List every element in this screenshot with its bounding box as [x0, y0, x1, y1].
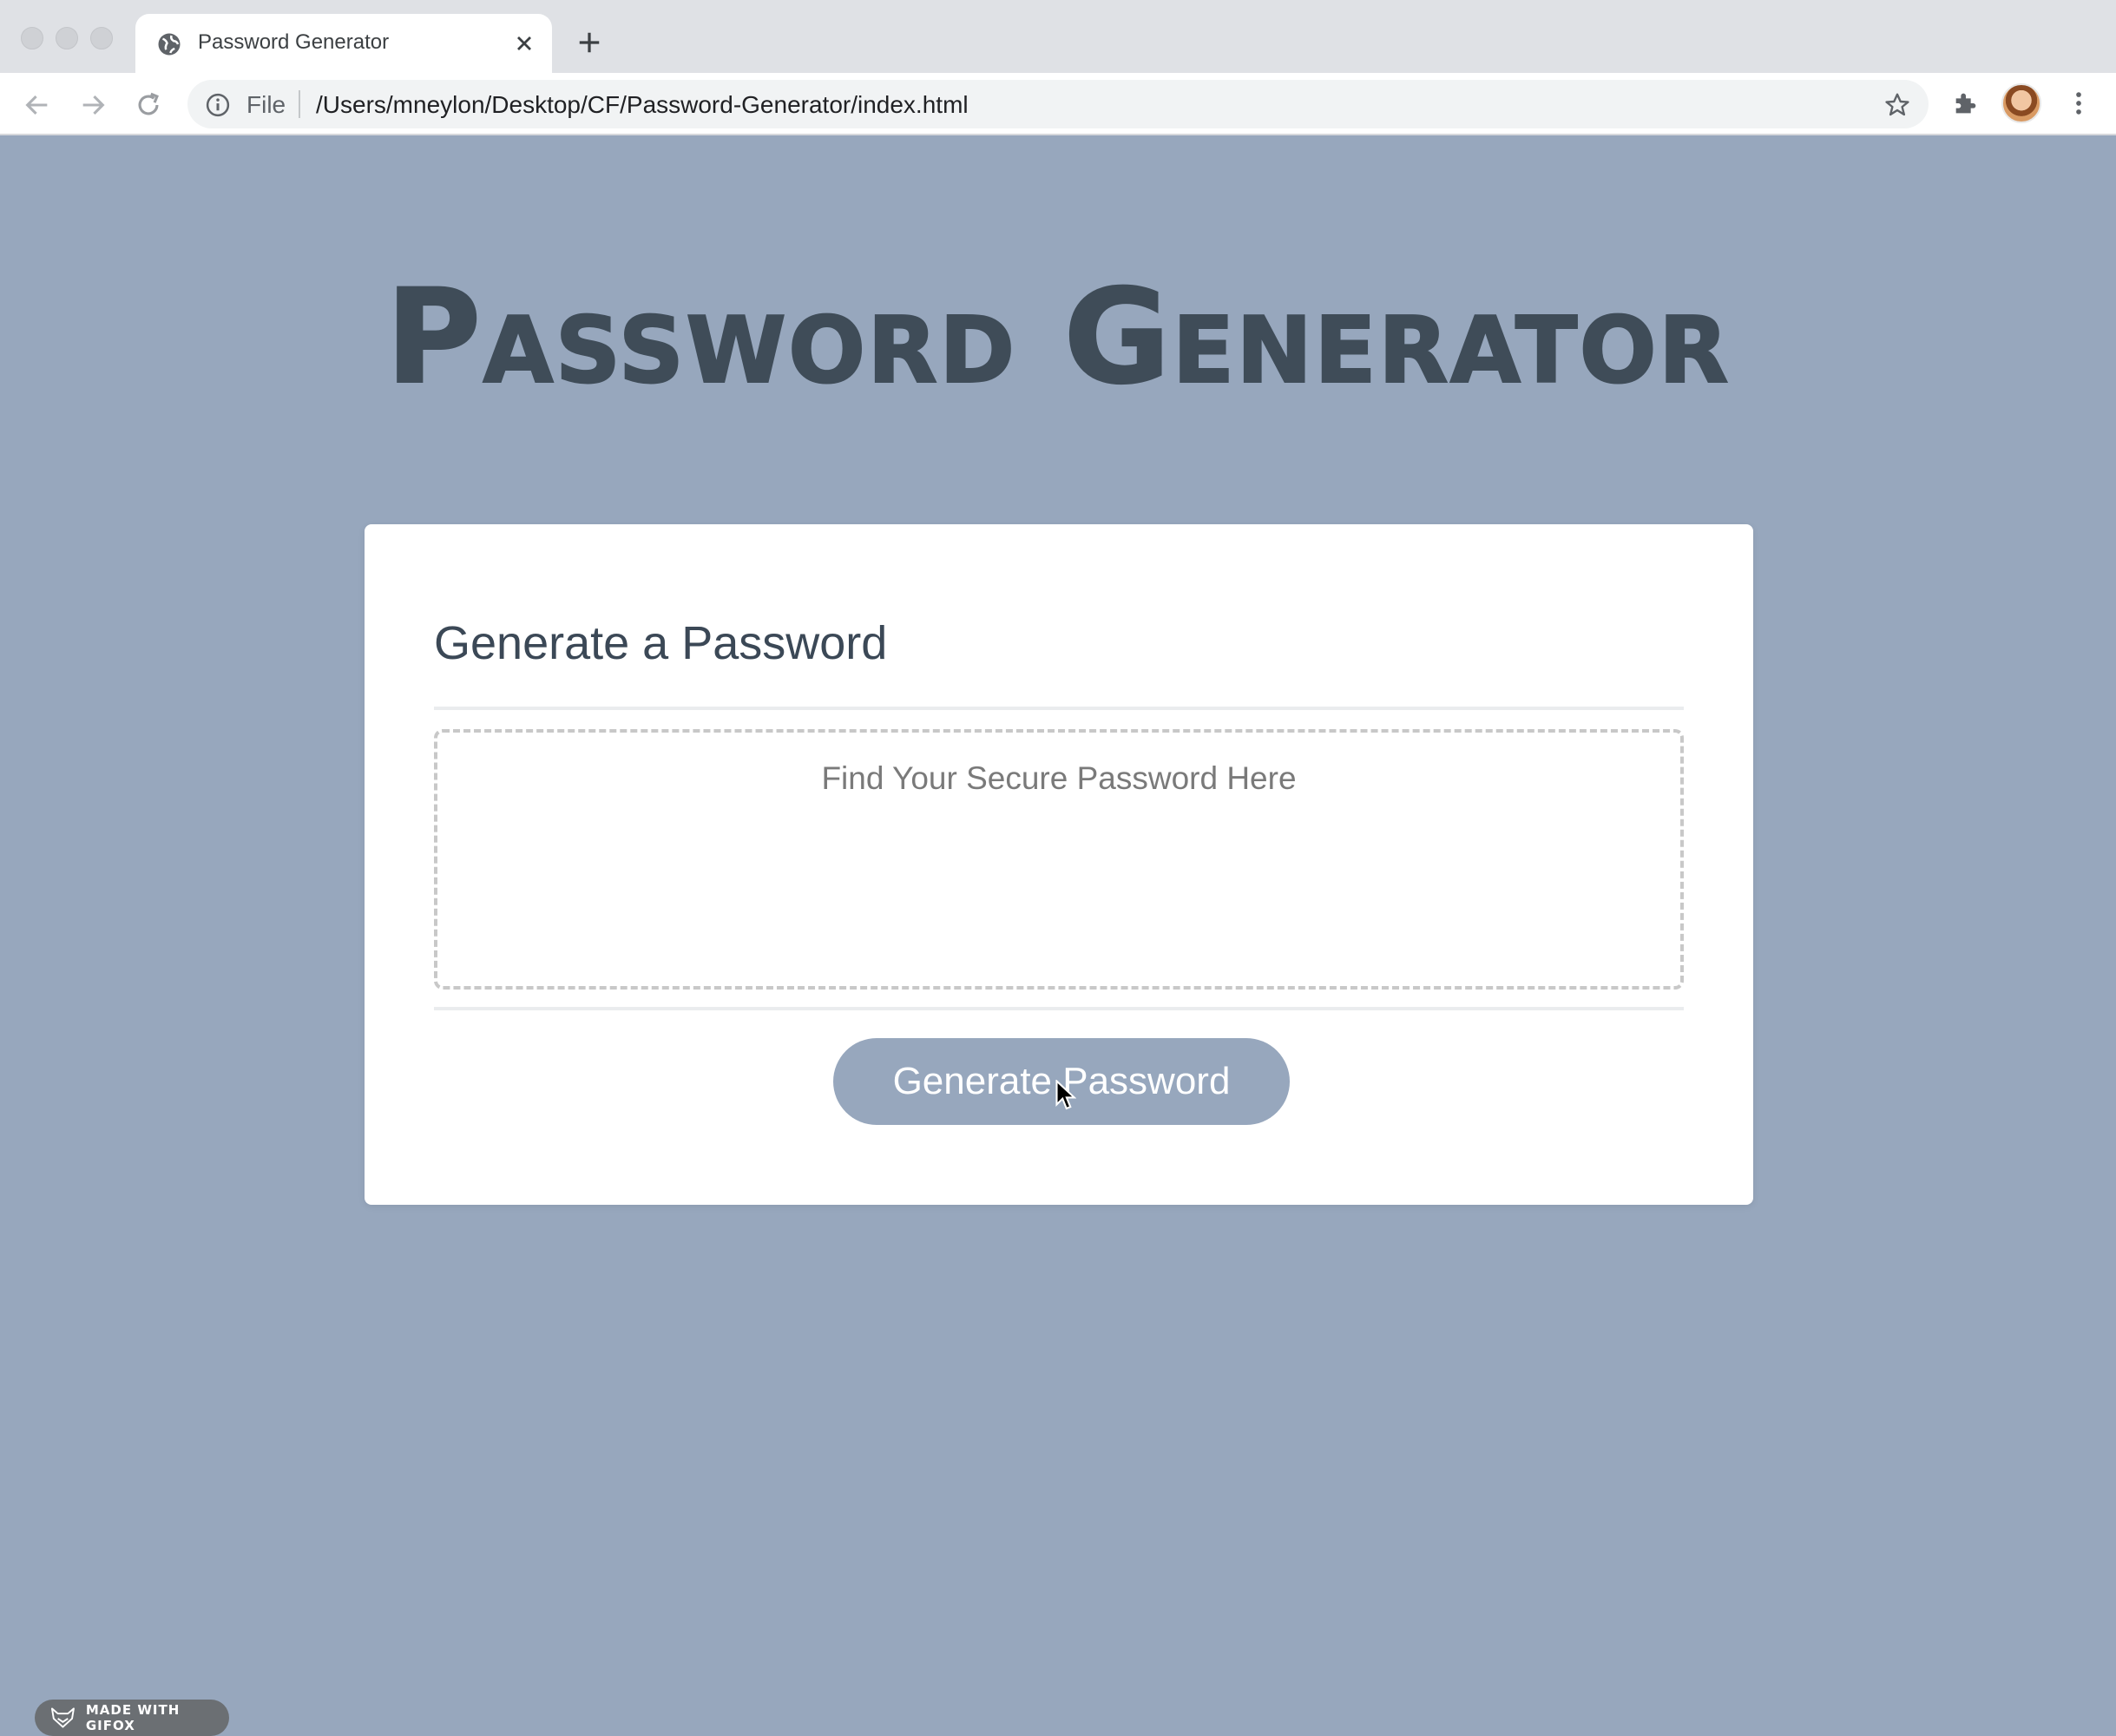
browser-toolbar: File /Users/mneylon/Desktop/CF/Password-… [0, 73, 2116, 135]
reload-icon[interactable] [134, 90, 163, 120]
mouse-cursor-icon [1055, 1080, 1076, 1110]
puzzle-icon[interactable] [1951, 89, 1981, 118]
close-window-button[interactable] [21, 27, 43, 49]
info-icon[interactable] [205, 92, 231, 118]
page-title: Password Generator [384, 262, 1731, 413]
back-icon[interactable] [23, 90, 52, 120]
globe-icon [158, 33, 181, 56]
address-bar[interactable]: File /Users/mneylon/Desktop/CF/Password-… [187, 80, 1929, 128]
tab-strip: Password Generator [0, 0, 2116, 73]
forward-icon[interactable] [78, 90, 108, 120]
active-tab[interactable]: Password Generator [135, 14, 552, 73]
minimize-window-button[interactable] [56, 27, 78, 49]
window-controls [21, 27, 113, 49]
page-body: Password Generator Generate a Password G… [0, 135, 2116, 1736]
gifox-badge[interactable]: MADE WITH GIFOX [35, 1700, 229, 1736]
fox-icon [50, 1707, 75, 1728]
profile-avatar[interactable] [2001, 83, 2041, 123]
url-text[interactable]: /Users/mneylon/Desktop/CF/Password-Gener… [316, 91, 969, 119]
star-icon[interactable] [1883, 91, 1911, 119]
url-scheme-label: File [246, 91, 286, 118]
close-icon[interactable] [512, 31, 536, 56]
scheme-separator [299, 90, 300, 118]
plus-icon[interactable] [576, 30, 602, 56]
tab-title: Password Generator [198, 30, 390, 54]
password-output[interactable] [434, 729, 1684, 990]
divider-bottom [434, 1007, 1684, 1010]
card-heading: Generate a Password [434, 617, 888, 669]
gifox-label: MADE WITH GIFOX [85, 1702, 181, 1733]
divider-top [434, 707, 1684, 710]
kebab-menu-icon[interactable] [2066, 89, 2092, 118]
maximize-window-button[interactable] [90, 27, 113, 49]
